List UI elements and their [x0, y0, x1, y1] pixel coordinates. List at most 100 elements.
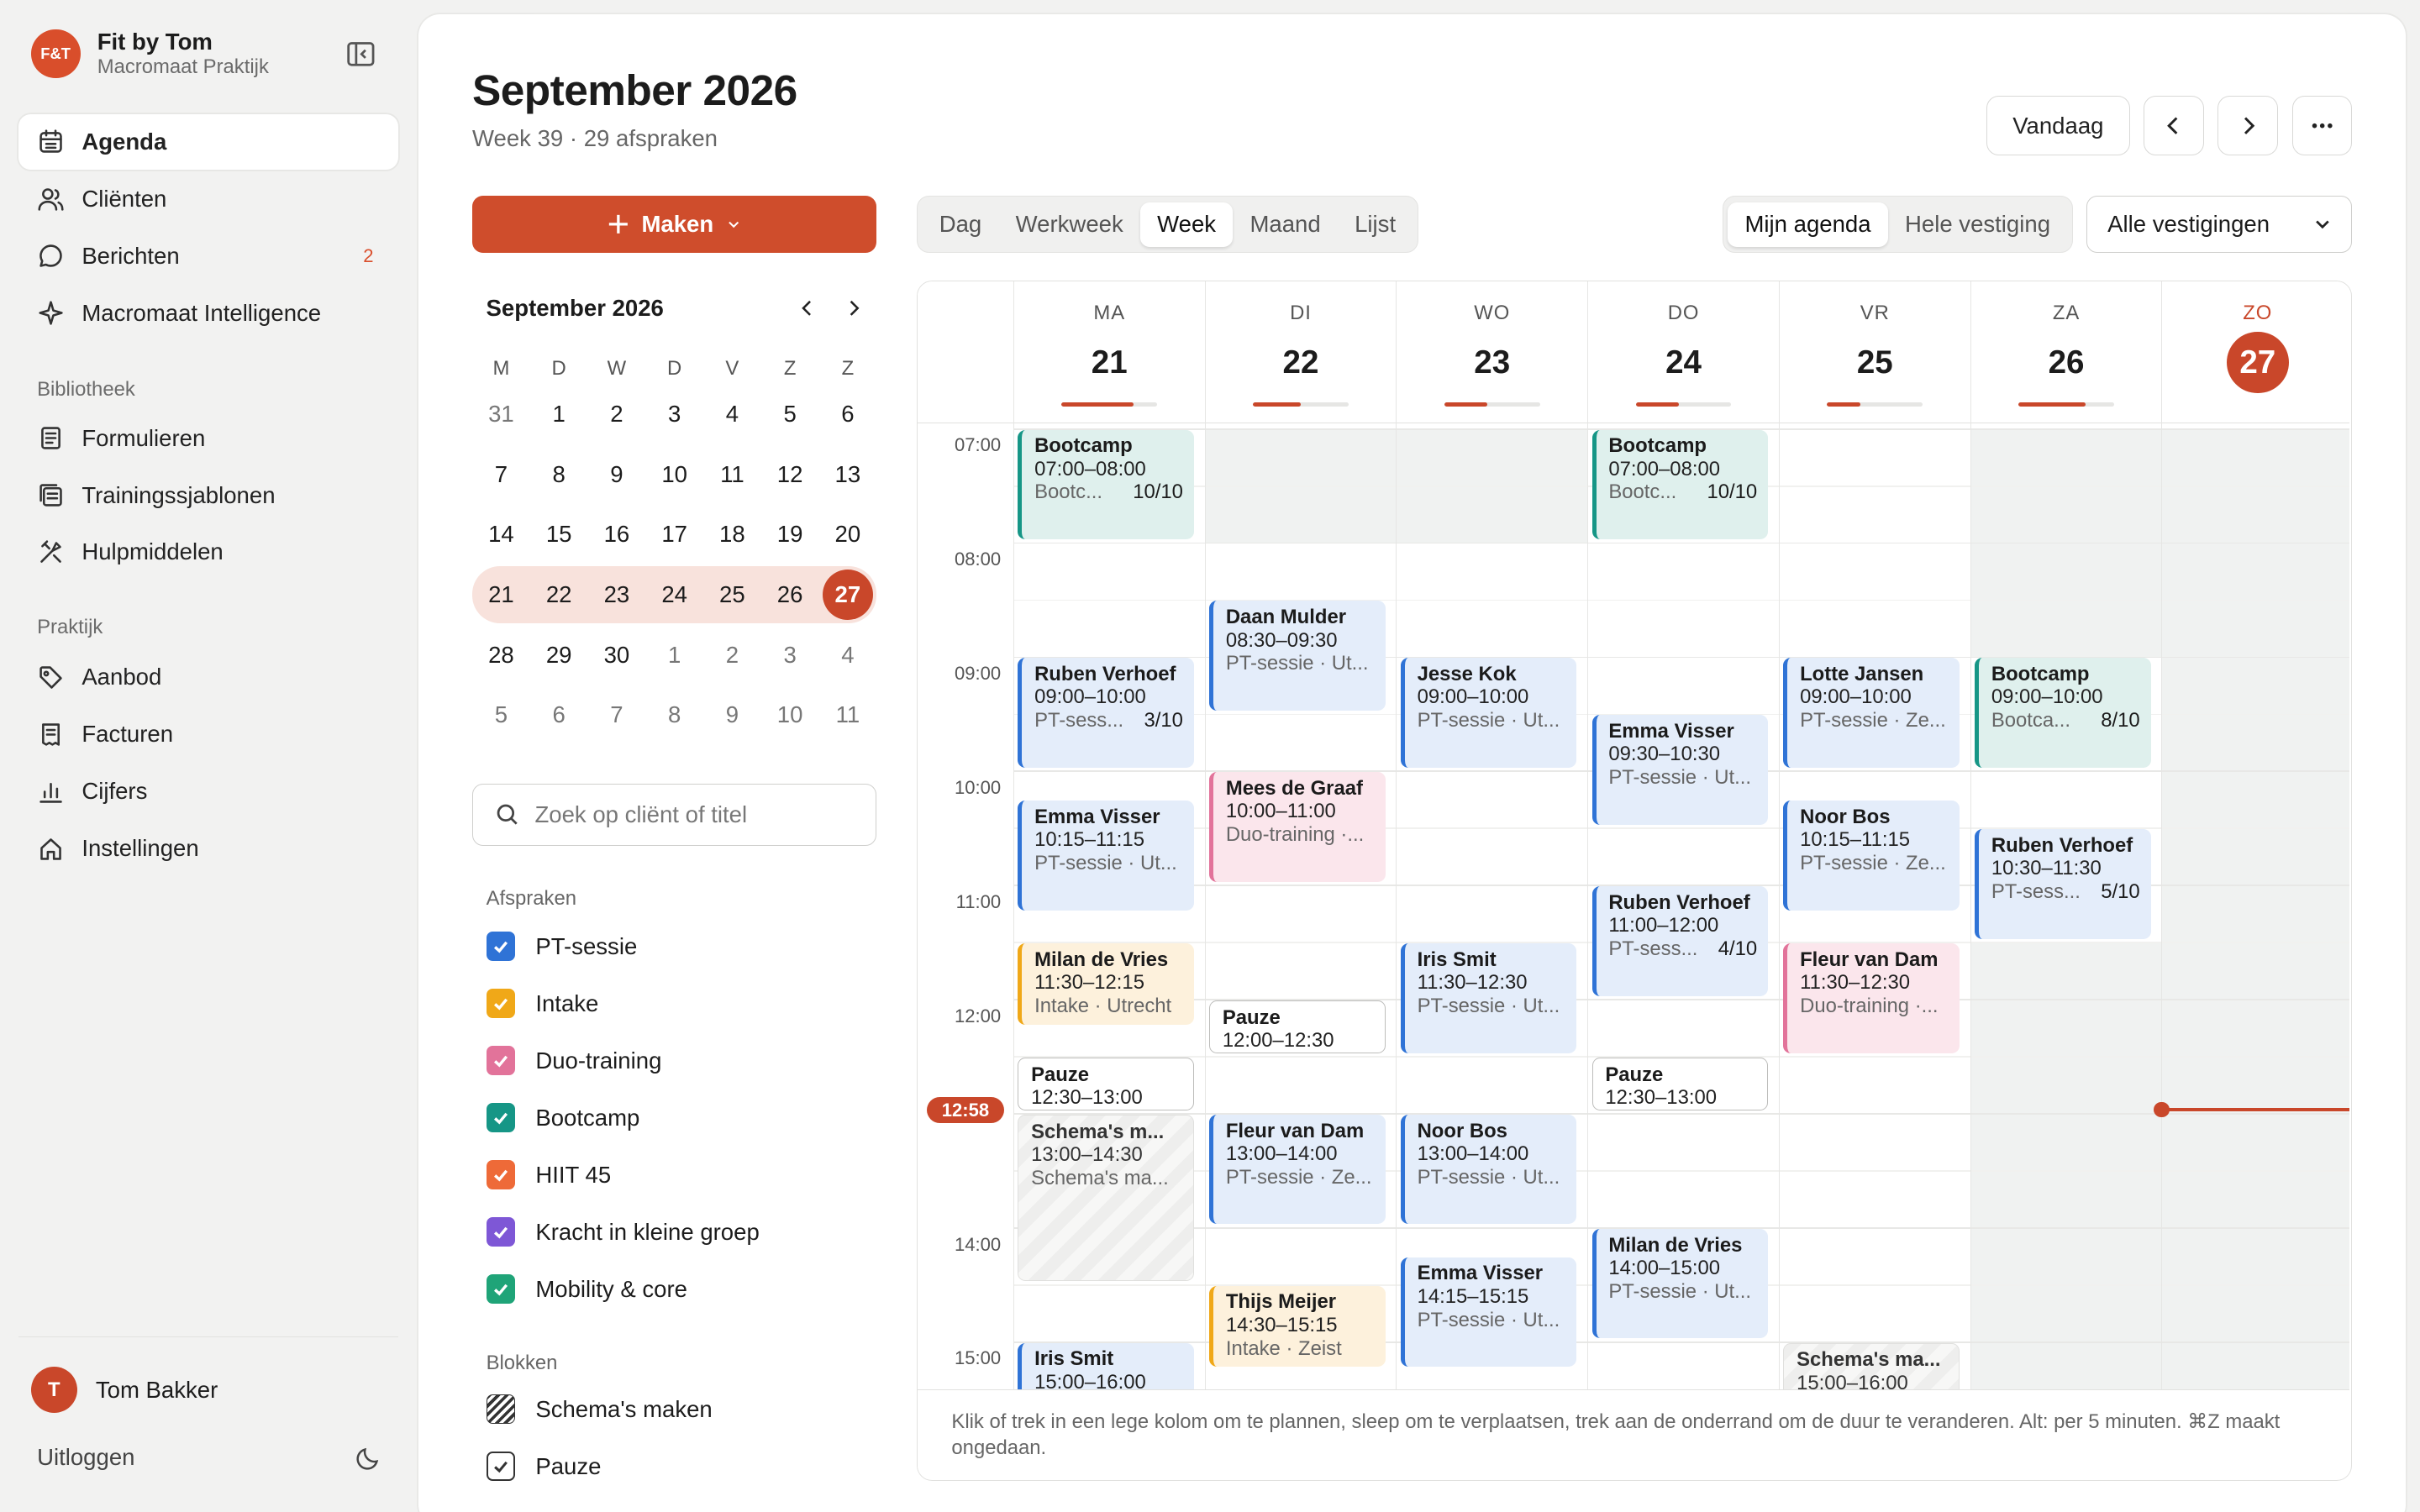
day-header[interactable]: VR 25: [1778, 281, 1970, 424]
nav-item-instellingen[interactable]: Instellingen: [18, 821, 398, 876]
mini-day[interactable]: 3: [645, 387, 703, 441]
event-pt[interactable]: Jesse Kok 09:00–10:00 PT-sessie · Ut...: [1400, 658, 1577, 768]
mini-day[interactable]: 23: [588, 568, 646, 622]
mini-day[interactable]: 15: [530, 507, 588, 561]
nav-item-macromaat-intelligence[interactable]: Macromaat Intelligence: [18, 286, 398, 341]
event-duo[interactable]: Fleur van Dam 11:30–12:30 Duo-training ·..…: [1783, 943, 1960, 1053]
logout-link[interactable]: Uitloggen: [37, 1444, 134, 1471]
day-header[interactable]: WO 23: [1396, 281, 1587, 424]
location-select[interactable]: Alle vestigingen: [2086, 196, 2353, 254]
day-header[interactable]: ZA 26: [1970, 281, 2162, 424]
legend-item[interactable]: Duo-training: [486, 1032, 760, 1089]
mini-prev-month-button[interactable]: [784, 297, 830, 319]
event-pt[interactable]: Emma Visser 10:15–11:15 PT-sessie · Ut...: [1018, 801, 1194, 911]
mini-day[interactable]: 8: [645, 688, 703, 742]
event-pt[interactable]: Iris Smit 11:30–12:30 PT-sessie · Ut...: [1400, 943, 1577, 1053]
day-header[interactable]: MA 21: [1013, 281, 1205, 424]
legend-item[interactable]: PT-sessie: [486, 918, 760, 975]
checkbox[interactable]: [486, 989, 516, 1019]
checkbox[interactable]: [486, 1103, 516, 1133]
event-duo[interactable]: Mees de Graaf 10:00–11:00 Duo-training ·..…: [1209, 772, 1386, 882]
legend-item[interactable]: Intake: [486, 975, 760, 1032]
mini-day[interactable]: 6: [530, 688, 588, 742]
previous-week-button[interactable]: [2144, 95, 2204, 156]
mini-day[interactable]: 8: [530, 448, 588, 501]
mini-day[interactable]: 2: [703, 627, 761, 681]
day-column[interactable]: [1204, 423, 1397, 1390]
mini-day[interactable]: 1: [530, 387, 588, 441]
more-options-button[interactable]: [2291, 95, 2353, 156]
view-tab-werkweek[interactable]: Werkweek: [998, 202, 1139, 247]
legend-item[interactable]: Bootcamp: [486, 1089, 760, 1147]
nav-item-cli-nten[interactable]: Cliënten: [18, 171, 398, 227]
mini-day[interactable]: 13: [819, 448, 877, 501]
checkbox[interactable]: [486, 1160, 516, 1190]
mini-day[interactable]: 7: [588, 688, 646, 742]
nav-item-facturen[interactable]: Facturen: [18, 706, 398, 762]
mini-day[interactable]: 14: [472, 507, 530, 561]
event-schema[interactable]: Schema's m... 13:00–14:30 Schema's ma...: [1018, 1115, 1194, 1282]
event-pt[interactable]: Ruben Verhoef 09:00–10:00 PT-sess... 3/10: [1018, 658, 1194, 768]
moon-icon[interactable]: [355, 1444, 382, 1472]
mini-day[interactable]: 3: [761, 627, 819, 681]
next-week-button[interactable]: [2217, 95, 2279, 156]
mini-day[interactable]: 9: [703, 688, 761, 742]
event-pt[interactable]: Milan de Vries 14:00–15:00 PT-sessie · Ut.…: [1591, 1229, 1769, 1339]
event-pt[interactable]: Ruben Verhoef 11:00–12:00 PT-sess... 4/10: [1591, 886, 1769, 996]
view-tab-dag[interactable]: Dag: [923, 202, 999, 247]
mini-day[interactable]: 19: [761, 507, 819, 561]
mini-day[interactable]: 21: [472, 568, 530, 622]
event-pauze[interactable]: Pauze 12:30–13:00: [1018, 1058, 1194, 1110]
checkbox[interactable]: [486, 1046, 516, 1076]
scope-tab[interactable]: Hele vestiging: [1888, 202, 2067, 247]
legend-item[interactable]: Kracht in kleine groep: [486, 1204, 760, 1261]
event-schema[interactable]: Schema's ma... 15:00–16:00: [1783, 1342, 1960, 1390]
view-tab-lijst[interactable]: Lijst: [1338, 202, 1413, 247]
nav-item-hulpmiddelen[interactable]: Hulpmiddelen: [18, 524, 398, 580]
event-pt[interactable]: Ruben Verhoef 10:30–11:30 PT-sess... 5/10: [1975, 829, 2151, 939]
mini-day[interactable]: 16: [588, 507, 646, 561]
nav-item-formulieren[interactable]: Formulieren: [18, 411, 398, 466]
event-pt[interactable]: Emma Visser 09:30–10:30 PT-sessie · Ut...: [1591, 715, 1769, 825]
mini-next-month-button[interactable]: [830, 297, 876, 319]
mini-day[interactable]: 20: [819, 507, 877, 561]
mini-day[interactable]: 24: [645, 568, 703, 622]
mini-day[interactable]: 28: [472, 627, 530, 681]
calendar-body[interactable]: 07:00 08:00 09:00 10:00 11:00 12:00 14:00 15:00…: [918, 423, 2350, 1390]
create-button[interactable]: Maken: [472, 196, 877, 254]
event-pt[interactable]: Iris Smit 15:00–16:00: [1018, 1342, 1194, 1390]
mini-day[interactable]: 27: [819, 568, 877, 622]
legend-item[interactable]: Schema's maken: [486, 1381, 713, 1438]
mini-day[interactable]: 11: [819, 688, 877, 742]
mini-day[interactable]: 6: [819, 387, 877, 441]
nav-item-trainingssjablonen[interactable]: Trainingssjablonen: [18, 468, 398, 523]
mini-day[interactable]: 18: [703, 507, 761, 561]
legend-item[interactable]: Pauze: [486, 1438, 713, 1495]
mini-day[interactable]: 2: [588, 387, 646, 441]
nav-item-agenda[interactable]: Agenda: [18, 113, 398, 171]
event-boot[interactable]: Bootcamp 07:00–08:00 Bootc... 10/10: [1591, 429, 1769, 539]
checkbox[interactable]: [486, 1452, 516, 1482]
mini-day[interactable]: 31: [472, 387, 530, 441]
mini-day[interactable]: 12: [761, 448, 819, 501]
view-tab-week[interactable]: Week: [1139, 202, 1234, 247]
mini-day[interactable]: 11: [703, 448, 761, 501]
event-pt[interactable]: Noor Bos 13:00–14:00 PT-sessie · Ut...: [1400, 1115, 1577, 1225]
day-header[interactable]: ZO 27: [2161, 281, 2351, 424]
hatch-pattern-icon[interactable]: [486, 1394, 516, 1425]
mini-day[interactable]: 29: [530, 627, 588, 681]
event-pt[interactable]: Noor Bos 10:15–11:15 PT-sessie · Ze...: [1783, 801, 1960, 911]
day-header[interactable]: DO 24: [1587, 281, 1779, 424]
sidebar-collapse-icon[interactable]: [345, 39, 376, 70]
event-pt[interactable]: Lotte Jansen 09:00–10:00 PT-sessie · Ze...: [1783, 658, 1960, 768]
event-intake[interactable]: Thijs Meijer 14:30–15:15 Intake · Zeist: [1209, 1285, 1386, 1368]
event-pauze[interactable]: Pauze 12:30–13:00: [1591, 1058, 1769, 1110]
mini-day[interactable]: 4: [703, 387, 761, 441]
mini-day[interactable]: 10: [645, 448, 703, 501]
brand[interactable]: F&T Fit by Tom Macromaat Praktijk: [30, 28, 269, 80]
checkbox[interactable]: [486, 1217, 516, 1247]
event-pt[interactable]: Fleur van Dam 13:00–14:00 PT-sessie · Ze..…: [1209, 1115, 1386, 1225]
event-pt[interactable]: Daan Mulder 08:30–09:30 PT-sessie · Ut...: [1209, 601, 1386, 711]
scope-tab[interactable]: Mijn agenda: [1728, 202, 1888, 247]
legend-item[interactable]: Mobility & core: [486, 1261, 760, 1318]
